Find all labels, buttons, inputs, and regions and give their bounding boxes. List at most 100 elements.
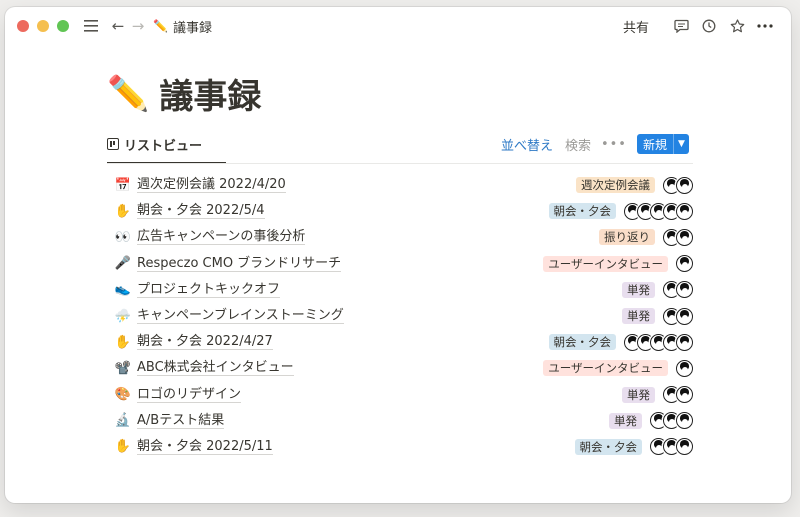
more-options-icon[interactable] — [751, 24, 779, 28]
pencil-icon: ✏️ — [107, 73, 150, 114]
page-icon: 🎤 — [114, 256, 132, 272]
type-tag: 週次定例会議 — [576, 177, 655, 194]
sort-button[interactable]: 並べ替え — [501, 135, 553, 154]
list-item-title[interactable]: 週次定例会議 2022/4/20 — [137, 177, 286, 194]
attendees-avatars — [663, 176, 693, 194]
favorite-star-icon[interactable] — [723, 19, 751, 33]
list-item-title[interactable]: 朝会・夕会 2022/5/4 — [137, 203, 265, 220]
list-item[interactable]: ✋ 朝会・夕会 2022/5/4 朝会・夕会 — [107, 198, 693, 224]
page-icon: ⛈️ — [114, 308, 132, 324]
list-item-title[interactable]: 広告キャンペーンの事後分析 — [137, 229, 306, 246]
list-item[interactable]: 📅 週次定例会議 2022/4/20 週次定例会議 — [107, 172, 693, 198]
attendees-avatars — [650, 438, 693, 456]
type-tag: ユーザーインタビュー — [543, 255, 668, 272]
avatar — [676, 386, 693, 404]
list-item-properties: 朝会・夕会 — [574, 438, 693, 456]
search-button[interactable]: 検索 — [565, 135, 591, 154]
list-item-properties: 振り返り — [599, 228, 693, 246]
page-icon: 👟 — [114, 282, 132, 298]
chevron-down-icon[interactable]: ▼ — [673, 134, 689, 154]
list-item[interactable]: ✋ 朝会・夕会 2022/4/27 朝会・夕会 — [107, 329, 693, 355]
share-button[interactable]: 共有 — [623, 17, 649, 36]
list-item-title[interactable]: プロジェクトキックオフ — [137, 282, 281, 298]
list-item-properties: 朝会・夕会 — [548, 333, 693, 351]
avatar — [676, 202, 693, 220]
new-button-label[interactable]: 新規 — [637, 134, 673, 154]
list-item-title[interactable]: キャンペーンブレインストーミング — [137, 308, 344, 325]
attendees-avatars — [663, 281, 693, 299]
list-item[interactable]: ✋ 朝会・夕会 2022/5/11 朝会・夕会 — [107, 434, 693, 460]
page-title: ✏️ 議事録 — [107, 69, 261, 118]
page-title-text: 議事録 — [159, 77, 262, 117]
meeting-notes-list: 📅 週次定例会議 2022/4/20 週次定例会議 ✋ 朝会・夕会 2022/5/4 朝会… — [107, 172, 693, 460]
list-item[interactable]: 📽️ ABC株式会社インタビュー ユーザーインタビュー — [107, 355, 693, 381]
list-item-properties: 朝会・夕会 — [548, 202, 693, 220]
list-item-title[interactable]: 朝会・夕会 2022/5/11 — [137, 439, 273, 455]
pencil-icon: ✏️ — [153, 19, 168, 33]
type-tag: 単発 — [609, 412, 642, 429]
view-more-button[interactable]: ••• — [601, 137, 627, 152]
comment-icon[interactable] — [667, 19, 695, 33]
title-bar: ← → ✏️ 議事録 共有 — [5, 7, 791, 45]
breadcrumb[interactable]: ✏️ 議事録 — [153, 17, 212, 36]
list-item[interactable]: 👀 広告キャンペーンの事後分析 振り返り — [107, 224, 693, 250]
zoom-window-button[interactable] — [57, 20, 69, 32]
page-icon: ✋ — [114, 439, 132, 455]
list-item[interactable]: 🔬 A/Bテスト結果 単発 — [107, 408, 693, 434]
forward-arrow-icon[interactable]: → — [129, 17, 147, 35]
page-icon: 🔬 — [114, 413, 132, 429]
avatar — [676, 412, 693, 430]
list-item-properties: 単発 — [622, 307, 693, 325]
page-icon: ✋ — [114, 334, 132, 350]
list-item[interactable]: ⛈️ キャンペーンブレインストーミング 単発 — [107, 303, 693, 329]
avatar — [676, 307, 693, 325]
app-window: ← → ✏️ 議事録 共有 ✏️ 議事録 リストビュー 並べ替え 検索 ••• … — [5, 7, 791, 503]
tab-list-view[interactable]: リストビュー — [107, 130, 227, 164]
topbar-actions: 共有 — [623, 7, 779, 45]
list-item-properties: ユーザーインタビュー — [543, 255, 693, 273]
list-item-properties: 単発 — [622, 281, 693, 299]
attendees-avatars — [676, 359, 693, 377]
list-item-properties: 単発 — [622, 386, 693, 404]
new-button[interactable]: 新規 ▼ — [636, 134, 689, 154]
avatar — [676, 228, 693, 246]
view-divider — [107, 163, 693, 164]
type-tag: 単発 — [622, 386, 655, 403]
list-item-title[interactable]: Respeczo CMO ブランドリサーチ — [137, 256, 342, 272]
avatar — [676, 176, 693, 194]
avatar — [676, 359, 693, 377]
type-tag: ユーザーインタビュー — [543, 360, 668, 377]
list-view-icon — [107, 138, 119, 150]
type-tag: 朝会・夕会 — [574, 438, 642, 455]
attendees-avatars — [663, 386, 693, 404]
type-tag: 振り返り — [599, 229, 655, 246]
list-item[interactable]: 🎤 Respeczo CMO ブランドリサーチ ユーザーインタビュー — [107, 251, 693, 277]
close-window-button[interactable] — [17, 20, 29, 32]
type-tag: 朝会・夕会 — [548, 203, 616, 220]
history-clock-icon[interactable] — [695, 19, 723, 33]
attendees-avatars — [663, 228, 693, 246]
minimize-window-button[interactable] — [37, 20, 49, 32]
list-item-title[interactable]: ABC株式会社インタビュー — [137, 360, 294, 377]
view-actions: 並べ替え 検索 ••• 新規 ▼ — [501, 134, 689, 154]
type-tag: 朝会・夕会 — [548, 334, 616, 351]
list-item-title[interactable]: 朝会・夕会 2022/4/27 — [137, 334, 273, 351]
list-item[interactable]: 👟 プロジェクトキックオフ 単発 — [107, 277, 693, 303]
sidebar-menu-icon[interactable] — [83, 18, 99, 34]
attendees-avatars — [663, 307, 693, 325]
list-item-title[interactable]: A/Bテスト結果 — [137, 413, 225, 429]
avatar — [676, 438, 693, 456]
back-arrow-icon[interactable]: ← — [109, 17, 127, 35]
list-item[interactable]: 🎨 ロゴのリデザイン 単発 — [107, 382, 693, 408]
type-tag: 単発 — [622, 281, 655, 298]
list-item-title[interactable]: ロゴのリデザイン — [137, 387, 242, 403]
tab-list-view-label: リストビュー — [124, 138, 203, 154]
attendees-avatars — [624, 333, 693, 351]
attendees-avatars — [624, 202, 693, 220]
list-item-properties: 週次定例会議 — [576, 176, 693, 194]
page-icon: 🎨 — [114, 387, 132, 403]
list-item-properties: 単発 — [609, 412, 693, 430]
list-item-properties: ユーザーインタビュー — [543, 359, 693, 377]
avatar — [676, 281, 693, 299]
page-icon: ✋ — [114, 203, 132, 219]
